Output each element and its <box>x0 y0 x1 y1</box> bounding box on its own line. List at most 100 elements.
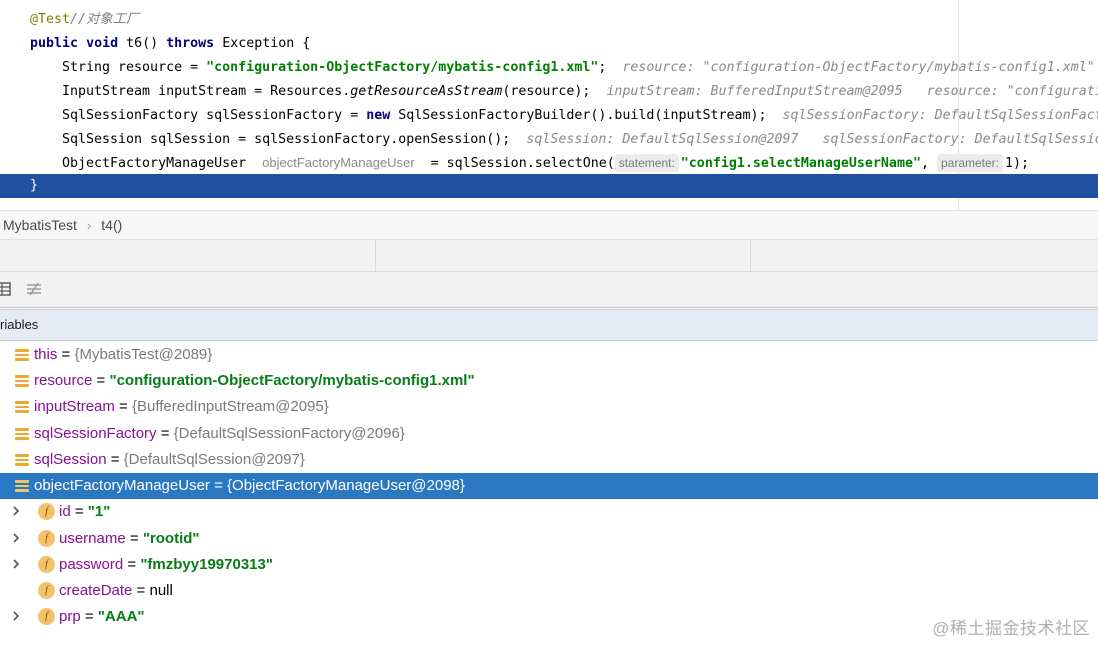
code-text: ; <box>598 60 607 75</box>
string-literal: "configuration-ObjectFactory/mybatis-con… <box>206 60 599 75</box>
keyword: void <box>86 36 119 51</box>
field-name: createDate <box>59 582 133 599</box>
expand-arrow-icon[interactable] <box>11 610 23 624</box>
field-name: id <box>59 503 71 520</box>
code-line-session[interactable]: SqlSession sqlSession = sqlSessionFactor… <box>0 128 1098 152</box>
code-text: , <box>920 156 937 171</box>
tab-divider <box>375 240 376 272</box>
equals-sign: = <box>114 398 132 415</box>
equals-sign: = <box>123 556 141 573</box>
variable-name: this <box>34 346 58 363</box>
debug-tab-strip <box>0 240 1098 272</box>
code-line-factory[interactable]: SqlSessionFactory sqlSessionFactory = ne… <box>0 104 1098 128</box>
variables-title: riables <box>0 317 39 332</box>
code-line-annotation[interactable]: @Test//对象工厂 <box>0 8 139 32</box>
field-row[interactable]: f id = "1" <box>0 499 1098 525</box>
variable-icon <box>15 375 29 387</box>
variable-value: "configuration-ObjectFactory/mybatis-con… <box>109 372 475 389</box>
keyword: public <box>30 36 79 51</box>
code-text: String resource = <box>62 60 207 75</box>
equals-sign: = <box>106 451 124 468</box>
execution-point-line[interactable]: } <box>0 174 1098 198</box>
expand-arrow-icon[interactable] <box>11 532 23 546</box>
string-literal: "config1.selectManageUserName" <box>680 156 921 171</box>
code-line-resource[interactable]: String resource = "configuration-ObjectF… <box>0 56 1095 80</box>
variable-icon <box>15 349 29 361</box>
variable-value: {DefaultSqlSessionFactory@2096} <box>173 425 405 442</box>
code-text: InputStream inputStream = Resources. <box>62 84 351 99</box>
equals-sign: = <box>92 372 110 389</box>
equals-sign: = <box>80 608 98 625</box>
debug-toolbar <box>0 272 1098 308</box>
method-name: t6() <box>126 36 159 51</box>
equals-sign: = <box>125 530 143 547</box>
field-name: password <box>59 556 124 573</box>
field-name: username <box>59 530 126 547</box>
parameter-hint-chip: parameter: <box>936 154 1004 172</box>
inline-debug-value: inputStream: BufferedInputStream@2095 re… <box>606 84 1098 99</box>
closing-brace: } <box>30 178 39 193</box>
annotation: @Test <box>30 12 71 27</box>
keyword: new <box>366 108 391 123</box>
variable-row[interactable]: sqlSessionFactory = {DefaultSqlSessionFa… <box>0 421 1098 447</box>
equals-sign: = <box>209 477 228 494</box>
code-line-method-signature[interactable]: public void t6() throws Exception { <box>0 32 310 56</box>
variable-icon <box>15 401 29 413</box>
field-row[interactable]: f createDate = null <box>0 578 1098 604</box>
equals-sign: = <box>132 582 150 599</box>
variable-value: {DefaultSqlSession@2097} <box>123 451 305 468</box>
code-editor[interactable]: @Test//对象工厂 public void t6() throws Exce… <box>0 0 1098 210</box>
equals-sign: = <box>70 503 88 520</box>
field-icon: f <box>38 556 55 573</box>
field-value: "fmzbyy19970313" <box>140 556 273 573</box>
flatten-threads-icon[interactable] <box>25 280 43 298</box>
variable-icon <box>15 454 29 466</box>
watermark: @稀土掘金技术社区 <box>932 619 1090 638</box>
variable-value: {ObjectFactoryManageUser@2098} <box>227 477 465 494</box>
field-row[interactable]: f password = "fmzbyy19970313" <box>0 552 1098 578</box>
field-icon: f <box>38 582 55 599</box>
variable-value: {MybatisTest@2089} <box>74 346 213 363</box>
inline-debug-value: resource: "configuration-ObjectFactory/m… <box>622 60 1095 75</box>
variable-row-selected[interactable]: objectFactoryManageUser = {ObjectFactory… <box>0 473 1098 499</box>
inline-debug-value: sqlSession: DefaultSqlSession@2097 sqlSe… <box>526 132 1098 147</box>
code-text: (resource); <box>502 84 591 99</box>
code-text: SqlSession sqlSession = sqlSessionFactor… <box>62 132 511 147</box>
tab-divider <box>750 240 751 272</box>
variable-row[interactable]: resource = "configuration-ObjectFactory/… <box>0 368 1098 394</box>
code-text: SqlSessionFactoryBuilder().build(inputSt… <box>390 108 767 123</box>
equals-sign: = <box>57 346 75 363</box>
parameter-hint-chip: statement: <box>614 154 679 172</box>
breadcrumb-method[interactable]: t4() <box>101 217 122 233</box>
variable-icon <box>15 480 29 492</box>
keyword: throws <box>166 36 215 51</box>
expand-arrow-icon[interactable] <box>11 505 23 519</box>
inline-debug-value: sqlSessionFactory: DefaultSqlSessionFact <box>782 108 1098 123</box>
variable-value: {BufferedInputStream@2095} <box>131 398 329 415</box>
code-text: 1); <box>1005 156 1030 171</box>
field-name: prp <box>59 608 81 625</box>
variable-row[interactable]: sqlSession = {DefaultSqlSession@2097} <box>0 447 1098 473</box>
field-icon: f <box>38 530 55 547</box>
variable-row[interactable]: inputStream = {BufferedInputStream@2095} <box>0 394 1098 420</box>
variable-row[interactable]: this = {MybatisTest@2089} <box>0 342 1098 368</box>
variable-inlay-hint: objectFactoryManageUser <box>262 155 415 170</box>
breadcrumb: MybatisTest › t4() <box>0 210 1098 240</box>
field-value: "1" <box>87 503 111 520</box>
expand-arrow-icon[interactable] <box>11 558 23 572</box>
variable-name: sqlSession <box>34 451 107 468</box>
variable-name: inputStream <box>34 398 115 415</box>
code-text: = sqlSession.selectOne( <box>422 156 615 171</box>
table-view-icon[interactable] <box>0 280 12 298</box>
code-text: ObjectFactoryManageUser <box>62 156 247 171</box>
code-line-inputstream[interactable]: InputStream inputStream = Resources.getR… <box>0 80 1098 104</box>
field-row[interactable]: f username = "rootid" <box>0 526 1098 552</box>
breadcrumb-class[interactable]: MybatisTest <box>3 217 77 233</box>
variable-name: objectFactoryManageUser <box>34 477 210 494</box>
code-line-selectone[interactable]: ObjectFactoryManageUser objectFactoryMan… <box>0 151 1029 175</box>
variable-icon <box>15 428 29 440</box>
equals-sign: = <box>156 425 174 442</box>
field-value: "AAA" <box>97 608 145 625</box>
static-method: getResourceAsStream <box>350 84 503 99</box>
code-text: SqlSessionFactory sqlSessionFactory = <box>62 108 367 123</box>
